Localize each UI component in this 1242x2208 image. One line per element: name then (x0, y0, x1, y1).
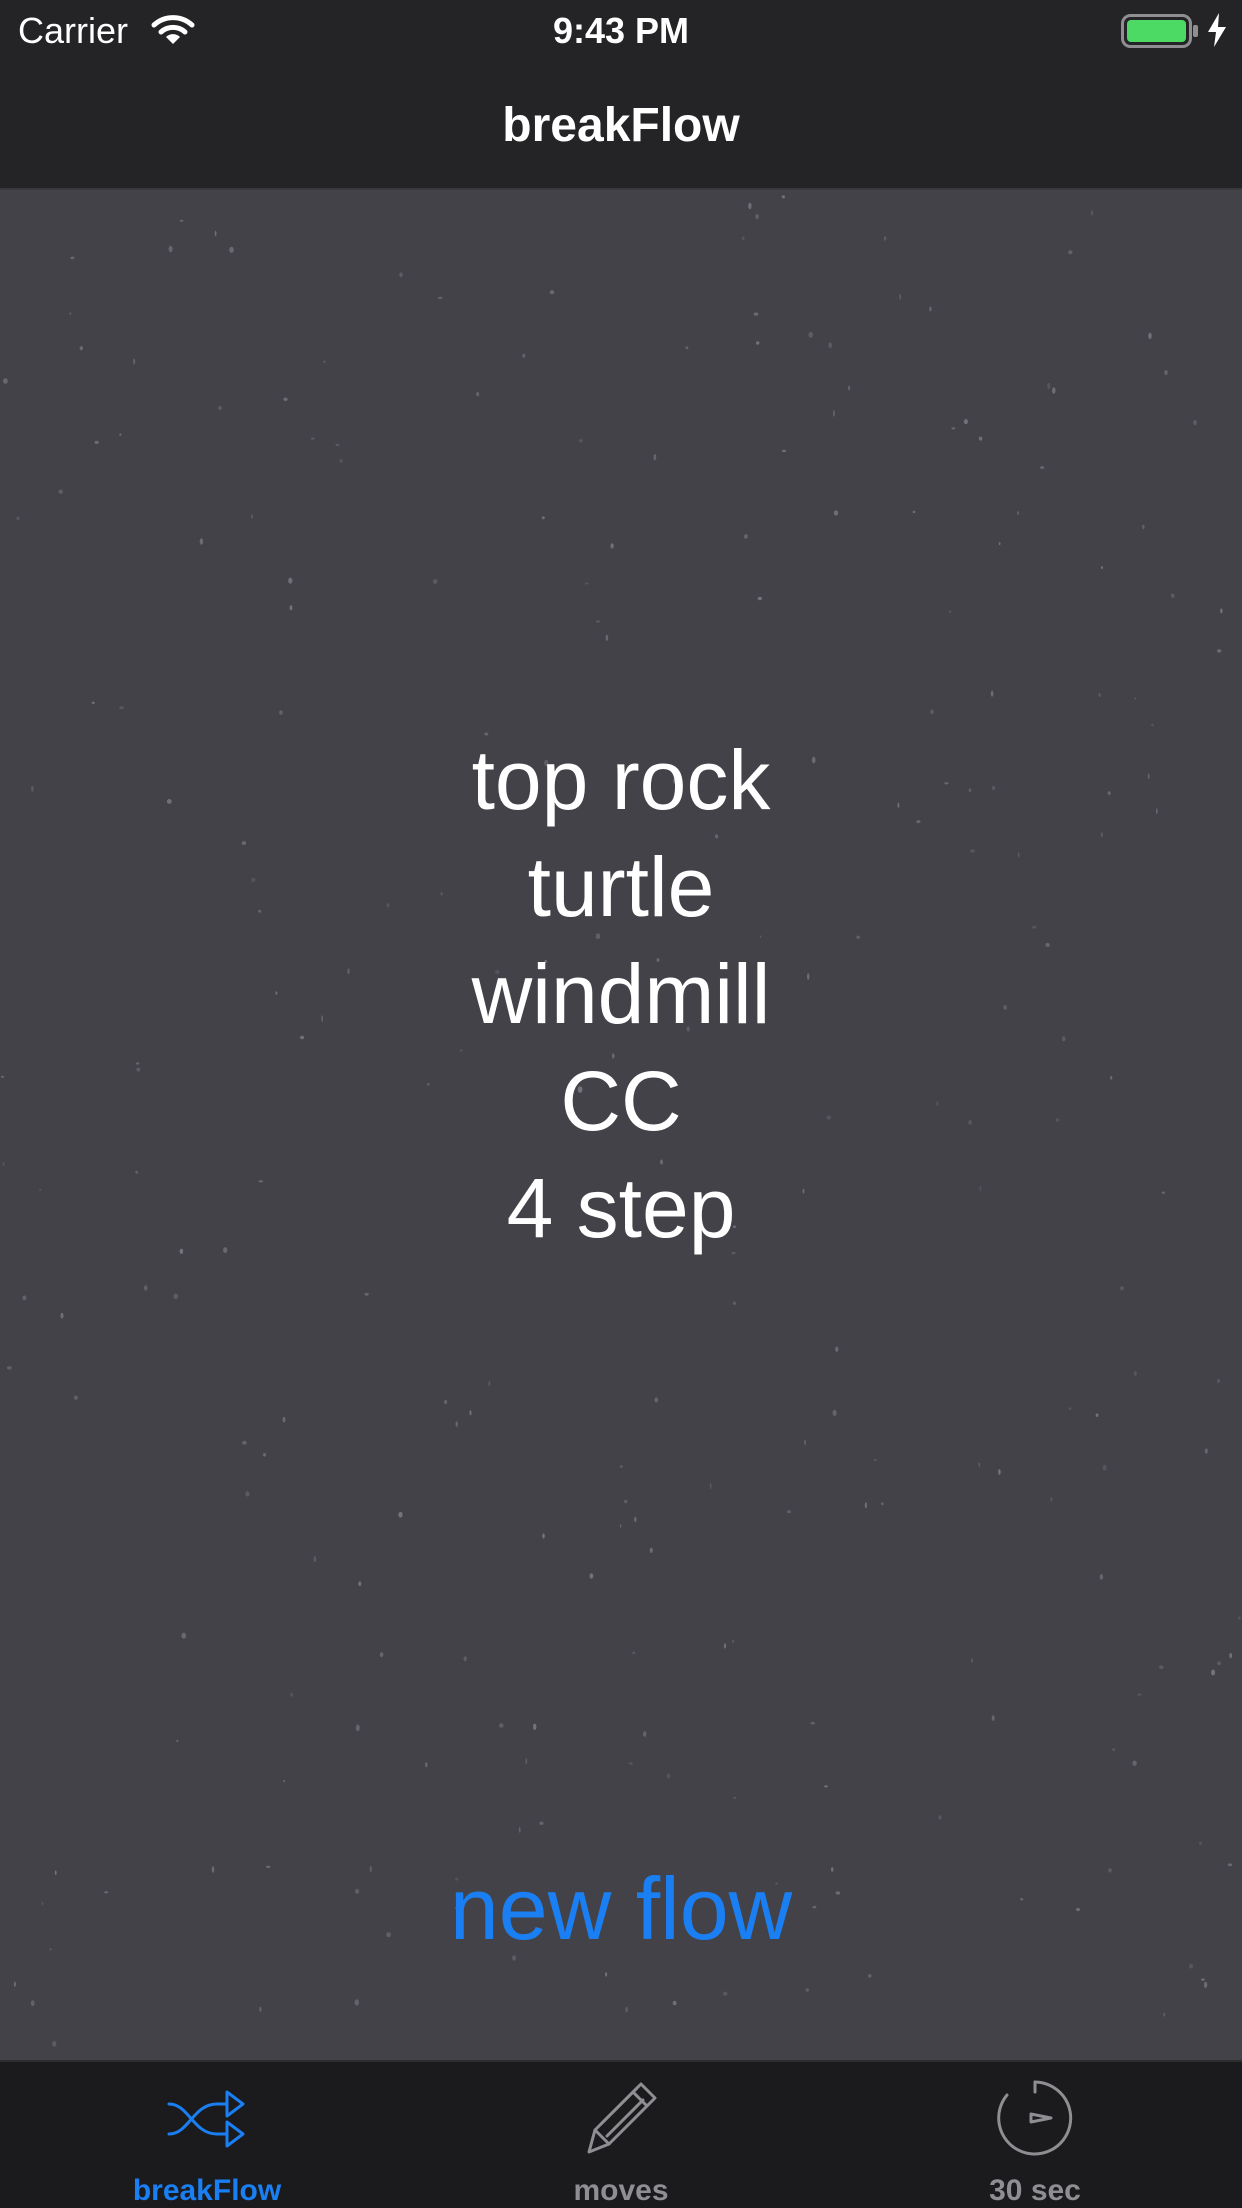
new-flow-button[interactable]: new flow (371, 1854, 871, 1964)
charging-bolt-icon (1208, 13, 1226, 47)
flow-content-area: top rock turtle windmill CC 4 step new f… (0, 190, 1242, 2060)
tab-bar: breakFlow moves 30 sec (0, 2060, 1242, 2208)
tab-label: 30 sec (989, 2174, 1081, 2207)
flow-move-item: windmill (471, 947, 771, 1041)
tab-30-sec[interactable]: 30 sec (828, 2062, 1242, 2208)
flow-move-item: top rock (471, 733, 771, 827)
page-title: breakFlow (502, 99, 740, 152)
tab-label: breakFlow (132, 2174, 282, 2207)
tab-moves[interactable]: moves (414, 2062, 828, 2208)
shuffle-icon (167, 2090, 245, 2148)
app-screen: Carrier 9:43 PM breakFlow top rock turtl… (0, 0, 1242, 2208)
battery-icon (1121, 14, 1198, 48)
status-bar: Carrier 9:43 PM (0, 0, 1242, 62)
pencil-icon (587, 2082, 657, 2154)
flow-move-item: turtle (527, 840, 715, 934)
tab-label: moves (573, 2174, 669, 2207)
tab-breakflow[interactable]: breakFlow (0, 2062, 414, 2208)
flow-move-item: CC (560, 1054, 682, 1148)
navigation-bar: breakFlow (0, 62, 1242, 190)
flow-moves-list: top rock turtle windmill CC 4 step (0, 727, 1242, 1262)
timer-icon (997, 2080, 1073, 2156)
flow-move-item: 4 step (506, 1161, 736, 1255)
clock-time: 9:43 PM (552, 10, 690, 51)
